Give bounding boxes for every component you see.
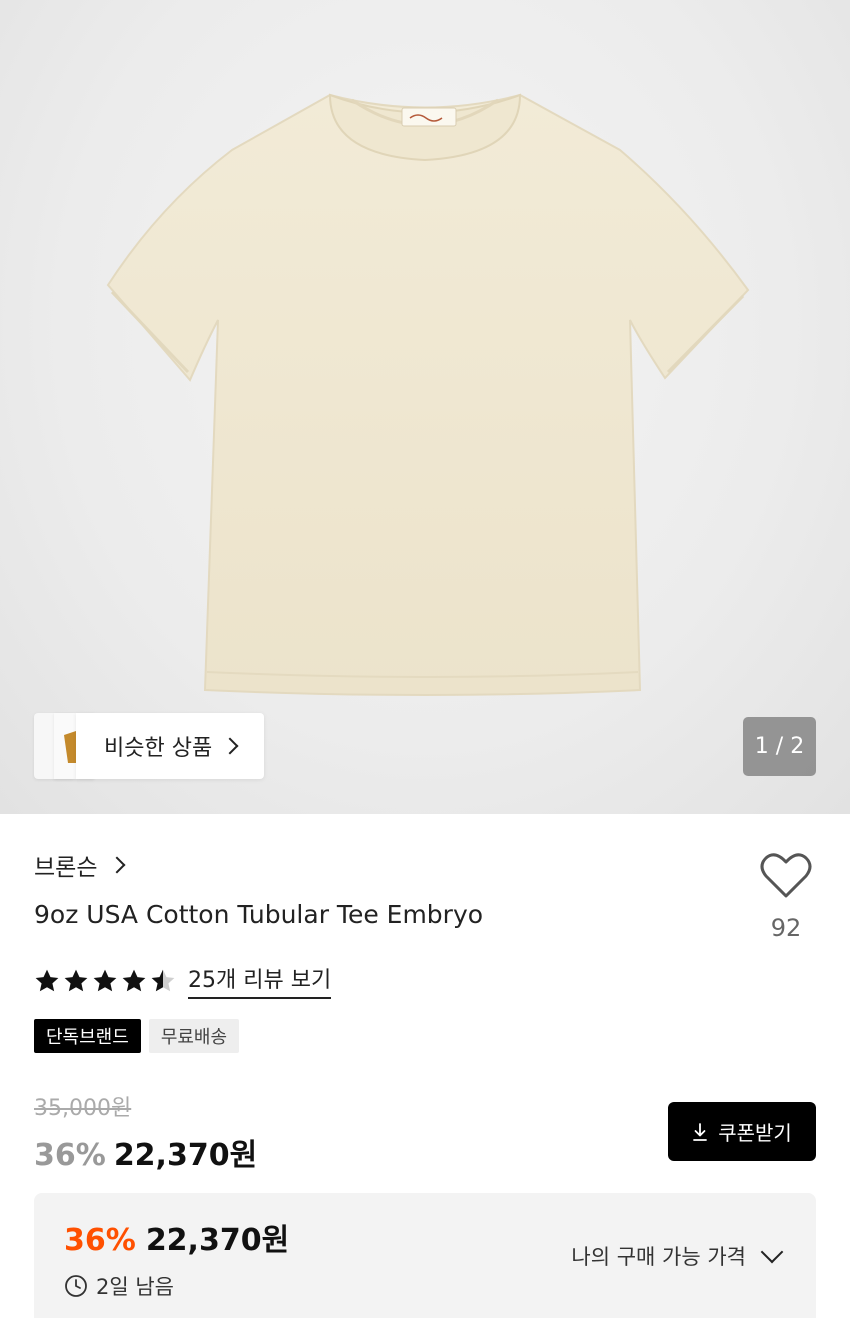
product-image-gallery[interactable]: 비슷한 상품 1 / 2 [0, 0, 850, 814]
time-left: 2일 남음 [64, 1271, 174, 1301]
time-left-label: 2일 남음 [96, 1275, 174, 1299]
my-discount-percent: 36% [64, 1223, 136, 1258]
download-icon [693, 1122, 708, 1141]
coupon-label: 쿠폰받기 [718, 1121, 792, 1145]
badges: 단독브랜드 무료배송 [34, 1019, 240, 1053]
similar-products-button[interactable]: 비슷한 상품 [34, 713, 265, 779]
similar-products-label: 비슷한 상품 [104, 736, 213, 761]
star-icon [64, 969, 88, 991]
product-image [106, 93, 750, 696]
my-price-dropdown[interactable]: 나의 구매 가능 가격 [571, 1240, 784, 1271]
my-price-box[interactable]: 36% 22,370원 2일 남음 나의 구매 가능 가격 [34, 1193, 816, 1318]
chevron-right-icon [108, 856, 126, 874]
my-price: 22,370원 [145, 1223, 290, 1258]
star-icon [93, 969, 117, 991]
brand-link[interactable]: 브론슨 [34, 848, 126, 882]
half-star-icon [151, 969, 175, 991]
star-icon [35, 969, 59, 991]
product-title: 9oz USA Cotton Tubular Tee Embryo [34, 900, 484, 929]
my-price-dropdown-label: 나의 구매 가능 가격 [571, 1245, 746, 1269]
discount-percent: 36% [34, 1138, 106, 1173]
exclusive-brand-badge: 단독브랜드 [34, 1019, 141, 1053]
like-count: 92 [770, 914, 802, 942]
sale-price: 22,370원 [113, 1138, 258, 1173]
original-price: 35,000원 [34, 1096, 132, 1121]
brand-name: 브론슨 [34, 855, 98, 881]
free-shipping-badge: 무료배송 [148, 1019, 240, 1053]
image-counter: 1 / 2 [743, 717, 816, 776]
star-icon [122, 969, 146, 991]
chevron-down-icon [760, 1240, 784, 1264]
like-button[interactable]: 92 [754, 852, 818, 942]
review-link[interactable]: 25개 리뷰 보기 [188, 962, 332, 999]
clock-icon [65, 1275, 87, 1297]
heart-icon [760, 853, 812, 898]
chevron-right-icon [221, 737, 239, 755]
coupon-download-button[interactable]: 쿠폰받기 [668, 1102, 816, 1161]
rating-row: 25개 리뷰 보기 [34, 962, 332, 999]
price-row: 36% 22,370원 [34, 1130, 257, 1174]
my-price-row: 36% 22,370원 [64, 1215, 289, 1259]
rating-stars [34, 968, 176, 994]
similar-products-label-card[interactable]: 비슷한 상품 [76, 713, 265, 779]
